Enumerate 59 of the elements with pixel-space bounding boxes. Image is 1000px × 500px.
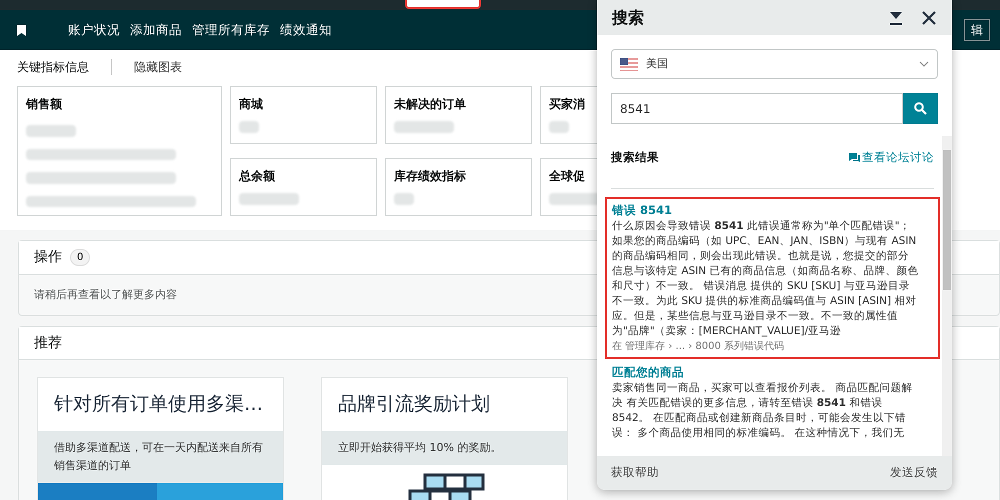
close-icon[interactable]: [921, 10, 937, 26]
metric-card[interactable]: 总余额: [230, 158, 377, 216]
metric-label: 总余额: [239, 168, 275, 185]
results-heading: 搜索结果: [611, 149, 659, 166]
forum-link[interactable]: 查看论坛讨论: [849, 149, 934, 167]
dock-icon[interactable]: [889, 10, 903, 24]
result-path: 在 管理库存 › ... › 8000 系列错误代码: [612, 340, 786, 354]
count-badge: 0: [70, 249, 90, 266]
result-title[interactable]: 匹配您的商品: [612, 364, 933, 381]
metric-label: 销售额: [26, 96, 63, 113]
feedback-link[interactable]: 发送反馈: [890, 464, 938, 482]
result-text: 什么原因会导致错误 8541 此错误通常称为"单个匹配错误"；如果您的商品编码（如 UPC、EAN、JAN、ISBN）与现有 ASIN 的商品编码相同，则会出现此错误。也就是说，您提交的部分信息与该特定 ASIN 已有的商品信息（如商品名称、品牌、颜色和尺寸）不一致。 错误消息 提供的 SKU [SKU] 与亚马逊目录不一致。为此 SKU 提供的标准商品编码值与 ASIN [ASIN] 相对应。但是，某些信息与亚马逊目录不一致。不一致的属性值为"品牌"（卖家：[MERCHANT_VALUE]/亚马逊: [612, 219, 920, 339]
card-description: 立即开始获得平均 10% 的奖励。: [322, 430, 567, 464]
recommendation-card[interactable]: 品牌引流奖励计划 立即开始获得平均 10% 的奖励。: [321, 377, 568, 500]
metric-label: 未解决的订单: [394, 96, 466, 113]
panel-title: 操作: [34, 248, 62, 267]
nav-link[interactable]: 账户状况: [68, 20, 120, 40]
bookmark-icon[interactable]: [17, 24, 26, 36]
nav-link[interactable]: 管理所有库存: [192, 20, 270, 40]
panel-title: 搜索: [612, 6, 644, 28]
search-button[interactable]: [903, 93, 938, 124]
redacted-blur: [394, 193, 414, 205]
flag-icon: [620, 58, 638, 70]
metric-label: 全球促: [549, 168, 585, 185]
metric-card[interactable]: 库存绩效指标: [385, 158, 532, 216]
result-text: 卖家销售同一商品，买家可以查看报价列表。 商品匹配问题解决 有关匹配错误的更多信息，请转至错误 8541 和错误 8542。 在匹配商品或创建新商品条目时，可能会发生以下错误： 多个商品使用相同的标准编码。 在这种情况下，我们无: [612, 381, 914, 441]
metric-card[interactable]: 商城: [230, 86, 377, 144]
search-result[interactable]: [605, 197, 940, 359]
dropdown-value: 美国: [646, 56, 668, 72]
card-title: 品牌引流奖励计划: [337, 392, 491, 417]
redacted-blur: [26, 125, 76, 136]
result-title[interactable]: 错误 8541: [612, 202, 933, 219]
redacted-blur: [549, 121, 569, 133]
nav-link[interactable]: 绩效通知: [280, 20, 332, 40]
redacted-blur: [394, 121, 454, 133]
section-title: 关键指标信息: [17, 59, 89, 76]
hide-charts-link[interactable]: 隐藏图表: [134, 58, 182, 76]
card-description: 借助多渠道配送，可在一天内配送来自所有销售渠道的订单: [38, 430, 283, 482]
panel-title: 推荐: [34, 334, 62, 352]
chevron-down-icon: [919, 61, 929, 67]
card-title: 针对所有订单使用多渠…: [53, 392, 264, 417]
recommendation-card[interactable]: 针对所有订单使用多渠… 借助多渠道配送，可在一天内配送来自所有销售渠道的订单: [37, 377, 284, 500]
empty-message: 请稍后再查看以了解更多内容: [34, 286, 177, 303]
search-icon: [914, 102, 927, 115]
help-link[interactable]: 获取帮助: [611, 464, 659, 482]
edit-button[interactable]: 辑: [964, 19, 990, 41]
marketplace-dropdown[interactable]: 美国: [611, 49, 938, 79]
scrollbar[interactable]: [942, 136, 952, 456]
chat-icon: [849, 153, 860, 163]
redacted-blur: [239, 193, 299, 205]
metric-card[interactable]: 未解决的订单: [385, 86, 532, 144]
metric-label: 商城: [239, 96, 263, 113]
redacted-blur: [239, 121, 259, 133]
metric-card[interactable]: 销售额: [17, 86, 222, 216]
nav-link[interactable]: 添加商品: [130, 20, 182, 40]
search-input[interactable]: 8541: [611, 93, 903, 124]
metric-label: 买家消: [549, 96, 585, 113]
search-result[interactable]: 匹配您的商品 卖家销售同一商品，买家可以查看报价列表。 商品匹配问题解决 有关匹配错误的更多信息，请转至错误 8541 和错误 8542。 在匹配商品或创建新商品条目时，可能会发生以下错误： 多个商品使用相同的标准编码。 在这种情况下，我们无: [605, 359, 940, 446]
metric-label: 库存绩效指标: [394, 168, 466, 185]
